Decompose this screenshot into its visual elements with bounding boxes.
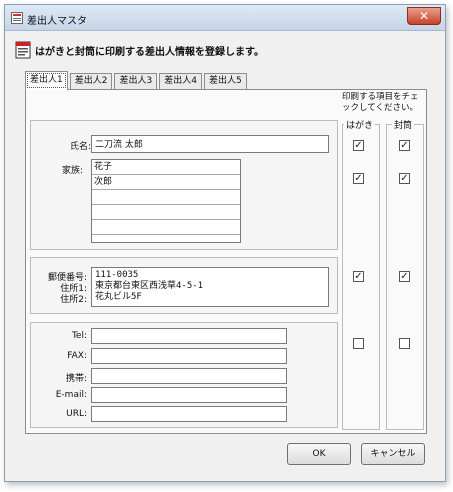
postcard-column-title: はがき bbox=[344, 118, 376, 131]
fax-input[interactable] bbox=[91, 348, 287, 364]
family-row[interactable] bbox=[92, 190, 240, 205]
envelope-column-title: 封筒 bbox=[392, 118, 415, 131]
tab-sender-2[interactable]: 差出人2 bbox=[69, 73, 113, 90]
address2-label: 住所2: bbox=[60, 295, 87, 305]
sender-tabs: 差出人1 差出人2 差出人3 差出人4 差出人5 bbox=[25, 71, 249, 90]
postcard-family-checkbox[interactable]: ✓ bbox=[353, 173, 364, 184]
check-icon: ✓ bbox=[354, 271, 363, 282]
window-title: 差出人マスタ bbox=[27, 16, 87, 27]
address-input[interactable]: 111-0035 東京都台東区西浅草4-5-1 花丸ビル5F bbox=[91, 267, 329, 307]
postal-code-value: 111-0035 bbox=[95, 270, 139, 280]
close-button[interactable]: ✕ bbox=[407, 7, 441, 25]
postcard-address-checkbox[interactable]: ✓ bbox=[353, 271, 364, 282]
family-row[interactable]: 次郎 bbox=[92, 175, 240, 190]
name-label: 氏名: bbox=[69, 142, 91, 152]
envelope-family-checkbox[interactable]: ✓ bbox=[399, 173, 410, 184]
envelope-contact-checkbox[interactable] bbox=[399, 338, 410, 349]
print-instruction-line2: ックしてください。 bbox=[342, 103, 418, 113]
email-input[interactable] bbox=[91, 387, 287, 403]
mobile-input[interactable] bbox=[91, 368, 287, 384]
mobile-label: 携帯: bbox=[65, 374, 87, 384]
check-icon: ✓ bbox=[354, 140, 363, 151]
address1-value: 東京都台東区西浅草4-5-1 bbox=[95, 281, 204, 291]
envelope-address-checkbox[interactable]: ✓ bbox=[399, 271, 410, 282]
family-label: 家族: bbox=[61, 166, 83, 176]
tab-sender-1[interactable]: 差出人1 bbox=[25, 71, 68, 90]
check-icon: ✓ bbox=[400, 140, 409, 151]
tel-input[interactable] bbox=[91, 328, 287, 344]
check-icon: ✓ bbox=[400, 271, 409, 282]
postcard-name-checkbox[interactable]: ✓ bbox=[353, 140, 364, 151]
print-instruction-line1: 印刷する項目をチェ bbox=[342, 92, 419, 102]
name-input[interactable]: 二刀流 太郎 bbox=[91, 135, 329, 153]
tab-sender-5[interactable]: 差出人5 bbox=[203, 73, 247, 90]
envelope-name-checkbox[interactable]: ✓ bbox=[399, 140, 410, 151]
cancel-button[interactable]: キャンセル bbox=[361, 443, 425, 465]
fax-label: FAX: bbox=[67, 351, 87, 361]
header-instruction: はがきと封筒に印刷する差出人情報を登録します。 bbox=[35, 47, 264, 58]
name-group: 氏名: 二刀流 太郎 家族: 花子 次郎 bbox=[30, 120, 338, 250]
ok-button[interactable]: OK bbox=[287, 443, 351, 465]
address-book-icon bbox=[15, 41, 31, 59]
tab-panel: 氏名: 二刀流 太郎 家族: 花子 次郎 郵便番号: 住所1: 住所2: 111… bbox=[25, 89, 427, 434]
check-icon: ✓ bbox=[354, 173, 363, 184]
tab-sender-3[interactable]: 差出人3 bbox=[114, 73, 158, 90]
tab-sender-4[interactable]: 差出人4 bbox=[159, 73, 202, 90]
email-label: E-mail: bbox=[55, 390, 87, 400]
postcard-contact-checkbox[interactable] bbox=[353, 338, 364, 349]
family-row[interactable] bbox=[92, 220, 240, 235]
url-label: URL: bbox=[66, 409, 87, 419]
title-bar[interactable]: 差出人マスタ ✕ bbox=[5, 5, 445, 31]
family-row[interactable] bbox=[92, 235, 240, 243]
window-app-icon bbox=[11, 12, 23, 24]
url-input[interactable] bbox=[91, 406, 287, 422]
family-row[interactable]: 花子 bbox=[92, 160, 240, 175]
contact-group: Tel: FAX: 携帯: E-mail: URL: bbox=[30, 322, 338, 428]
check-icon: ✓ bbox=[400, 173, 409, 184]
address2-value: 花丸ビル5F bbox=[95, 292, 142, 302]
family-list[interactable]: 花子 次郎 bbox=[91, 159, 241, 243]
family-row[interactable] bbox=[92, 205, 240, 220]
close-icon: ✕ bbox=[418, 9, 430, 23]
address-group: 郵便番号: 住所1: 住所2: 111-0035 東京都台東区西浅草4-5-1 … bbox=[30, 257, 338, 314]
dialog-window: 差出人マスタ ✕ はがきと封筒に印刷する差出人情報を登録します。 差出人1 差出… bbox=[4, 4, 446, 482]
tel-label: Tel: bbox=[71, 331, 87, 341]
print-instruction: 印刷する項目をチェ ックしてください。 bbox=[342, 92, 426, 114]
